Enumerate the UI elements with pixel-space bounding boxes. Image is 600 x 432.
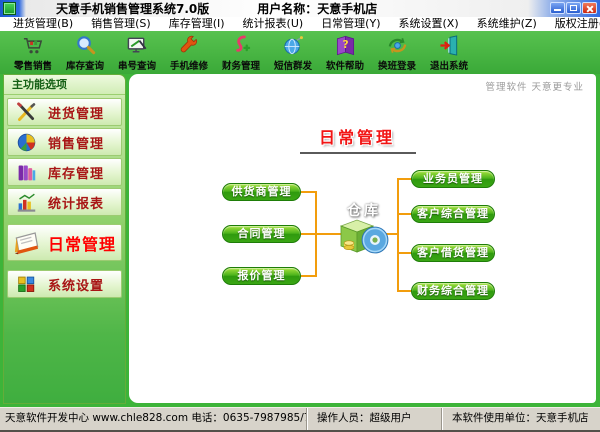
status-operator: 操作人员：超级用户 <box>317 412 412 424</box>
user-label: 用户名称：天意手机店 <box>257 2 378 16</box>
toolbar-imei-query[interactable]: 串号查询 <box>111 31 163 74</box>
finance-icon <box>235 34 250 52</box>
menu-purchase[interactable]: 进货管理(B) <box>4 17 82 31</box>
menu-reports[interactable]: 统计报表(U) <box>234 17 313 31</box>
toolbar-label: 短信群发 <box>273 60 312 72</box>
shift-login-icon <box>388 37 406 53</box>
menu-sales[interactable]: 销售管理(S) <box>82 17 160 31</box>
sidebar-item-reports[interactable]: 统计报表 <box>7 188 122 216</box>
sidebar-header: 主功能选项 <box>4 75 125 95</box>
link-customer-management[interactable]: 客户综合管理 <box>411 205 495 223</box>
maximize-icon <box>570 5 577 11</box>
status-company-info: 天意软件开发中心 www.chle828.com 电话：0635-7987985… <box>5 412 306 424</box>
toolbar-finance[interactable]: 财务管理 <box>215 31 267 74</box>
sidebar-item-inventory[interactable]: 库存管理 <box>7 158 122 186</box>
link-contract-management[interactable]: 合同管理 <box>222 225 301 243</box>
menu-settings[interactable]: 系统设置(X) <box>390 17 468 31</box>
imei-query-icon <box>127 37 146 52</box>
pie-chart-icon <box>17 133 36 151</box>
sidebar-item-label: 日常管理 <box>48 234 117 254</box>
connector-left-stub-2 <box>301 233 341 235</box>
tools-icon <box>17 101 36 121</box>
app-icon[interactable] <box>3 2 16 15</box>
svg-text:?: ? <box>342 38 348 50</box>
toolbar: 零售销售 库存查询 串号查询 手机维修 财务管理 短信群发 ? 软件帮助 换班登… <box>0 31 600 74</box>
sidebar-items: 进货管理 销售管理 库存管理 统计报表 日常管理 系统设置 <box>4 95 125 298</box>
sidebar-item-label: 统计报表 <box>48 196 105 212</box>
sms-broadcast-icon <box>283 35 303 54</box>
link-quotation-management[interactable]: 报价管理 <box>222 267 301 285</box>
sidebar-item-label: 销售管理 <box>48 136 105 152</box>
toolbar-label: 库存查询 <box>65 60 104 72</box>
sidebar-item-purchase[interactable]: 进货管理 <box>7 98 122 126</box>
books-icon <box>18 165 36 180</box>
toolbar-help[interactable]: ? 软件帮助 <box>319 31 371 74</box>
sidebar-item-label: 系统设置 <box>48 278 105 294</box>
link-salesman-management[interactable]: 业务员管理 <box>411 170 495 188</box>
connector-left-stub-3 <box>301 275 317 277</box>
toolbar-sms-broadcast[interactable]: 短信群发 <box>267 31 319 74</box>
link-supplier-management[interactable]: 供货商管理 <box>222 183 301 201</box>
toolbar-label: 换班登录 <box>377 60 416 72</box>
connector-left-stub-1 <box>301 191 317 193</box>
retail-cart-icon <box>23 37 42 53</box>
menu-license[interactable]: 版权注册(Y) <box>546 17 600 31</box>
blocks-icon <box>18 276 35 292</box>
help-book-icon: ? <box>336 35 354 55</box>
page-title: 日常管理 <box>318 128 395 147</box>
sidebar-item-sales[interactable]: 销售管理 <box>7 128 122 156</box>
sidebar-item-label: 库存管理 <box>48 166 105 182</box>
toolbar-label: 财务管理 <box>221 60 260 72</box>
toolbar-shift-login[interactable]: 换班登录 <box>371 31 423 74</box>
warehouse-icon <box>339 219 389 254</box>
toolbar-phone-repair[interactable]: 手机维修 <box>163 31 215 74</box>
toolbar-label: 退出系统 <box>429 60 468 72</box>
toolbar-label: 手机维修 <box>169 60 208 72</box>
close-button[interactable] <box>582 2 597 14</box>
stats-icon <box>17 193 36 212</box>
app-window: 天意手机销售管理系统7.0版 用户名称：天意手机店 进货管理(B) 销售管理(S… <box>0 0 600 432</box>
sidebar-item-label: 进货管理 <box>48 106 105 122</box>
window-controls <box>550 2 597 14</box>
maximize-button[interactable] <box>566 2 581 14</box>
sidebar: 主功能选项 进货管理 销售管理 库存管理 统计报表 日常管理 系统设置 <box>3 74 126 404</box>
status-license-unit: 本软件使用单位：天意手机店 <box>452 412 589 424</box>
toolbar-label: 软件帮助 <box>325 60 364 72</box>
brand-tagline: 管理软件 天意更专业 <box>485 82 584 93</box>
connector-right-vertical <box>397 178 399 292</box>
phone-repair-icon <box>180 35 197 52</box>
sidebar-item-settings[interactable]: 系统设置 <box>7 270 122 298</box>
sidebar-item-daily[interactable]: 日常管理 <box>7 224 122 261</box>
main-panel: 管理软件 天意更专业 日常管理 仓库 供货商管理 合同管理 报价管理 业务员管理… <box>129 74 596 403</box>
menubar: 进货管理(B) 销售管理(S) 库存管理(I) 统计报表(U) 日常管理(Y) … <box>0 17 600 31</box>
toolbar-exit[interactable]: 退出系统 <box>423 31 475 74</box>
titlebar: 天意手机销售管理系统7.0版 用户名称：天意手机店 <box>0 0 600 17</box>
menu-maintenance[interactable]: 系统维护(Z) <box>468 17 546 31</box>
statusbar: 天意软件开发中心 www.chle828.com 电话：0635-7987985… <box>0 407 600 430</box>
menu-daily[interactable]: 日常管理(Y) <box>312 17 389 31</box>
title-underline <box>300 152 416 154</box>
menu-inventory[interactable]: 库存管理(I) <box>160 17 234 31</box>
minimize-button[interactable] <box>550 2 565 14</box>
link-finance-management[interactable]: 财务综合管理 <box>411 282 495 300</box>
minimize-icon <box>554 9 561 11</box>
stock-search-icon <box>76 35 95 54</box>
exit-door-icon <box>439 34 457 56</box>
toolbar-retail-sale[interactable]: 零售销售 <box>7 31 59 74</box>
toolbar-label: 串号查询 <box>117 60 156 72</box>
window-title: 天意手机销售管理系统7.0版 <box>56 2 210 16</box>
calendar-pencil-icon <box>14 231 39 254</box>
toolbar-stock-query[interactable]: 库存查询 <box>59 31 111 74</box>
link-customer-loan-management[interactable]: 客户借货管理 <box>411 244 495 262</box>
toolbar-label: 零售销售 <box>13 60 52 72</box>
